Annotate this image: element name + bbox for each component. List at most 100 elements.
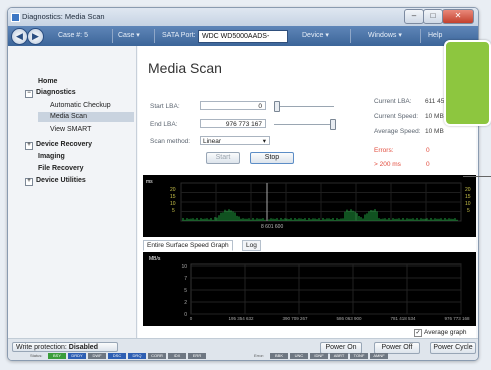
expand-icon[interactable]: + bbox=[25, 142, 33, 150]
x-tick-label: 0 bbox=[190, 316, 193, 321]
end-lba-slider-track bbox=[274, 124, 334, 125]
status-flag-drdy: DRDY bbox=[68, 353, 86, 359]
main-panel: Media Scan Start LBA: 0 End LBA: 976 773… bbox=[138, 46, 476, 338]
title-bar: Diagnostics: Media Scan – □ ✕ bbox=[8, 8, 478, 26]
checkbox-icon[interactable]: ✓ bbox=[414, 329, 422, 337]
access-time-graph-canvas bbox=[180, 182, 462, 222]
back-button[interactable]: ◀ bbox=[11, 28, 28, 45]
status-flag-dsc: DSC bbox=[108, 353, 126, 359]
x-tick-label: 781 418 534 bbox=[390, 316, 416, 321]
y-tick-label: 0 bbox=[184, 312, 187, 318]
error-flag-abrt: ABRT bbox=[330, 353, 348, 359]
end-lba-slider-thumb[interactable] bbox=[330, 119, 336, 130]
error-flag-unc: UNC bbox=[290, 353, 308, 359]
average-speed-label: Average Speed: bbox=[374, 128, 421, 135]
slow-sectors-label: > 200 ms bbox=[374, 161, 401, 168]
start-lba-slider-track bbox=[274, 106, 334, 107]
sidebar-item-home[interactable]: Home bbox=[38, 78, 57, 85]
sidebar-item-device-utilities[interactable]: + Device Utilities bbox=[25, 177, 86, 186]
scale-left-20: 20 bbox=[170, 187, 176, 193]
current-speed-value: 10 MB bbox=[425, 113, 444, 120]
tab-log[interactable]: Log bbox=[242, 240, 261, 251]
error-flag-amnf: AMNF bbox=[370, 353, 388, 359]
sidebar-item-diagnostics[interactable]: − Diagnostics bbox=[25, 89, 76, 98]
scan-method-select[interactable]: Linear ▾ bbox=[200, 136, 270, 145]
end-lba-label: End LBA: bbox=[150, 121, 178, 128]
scale-right-10: 10 bbox=[465, 201, 471, 207]
status-flag-err: ERR bbox=[188, 353, 206, 359]
callout-pointer-line bbox=[463, 176, 491, 177]
speed-graph-canvas: 10 7 5 2 0 195 354 632 390 709 267 586 063 900 7… bbox=[181, 263, 470, 321]
app-icon bbox=[11, 13, 20, 22]
tab-entire-surface-speed-graph[interactable]: Entire Surface Speed Graph bbox=[143, 240, 233, 251]
sidebar: Home − Diagnostics Automatic Checkup Medi… bbox=[8, 46, 137, 338]
x-tick-label: 390 709 267 bbox=[282, 316, 308, 321]
scale-left-15: 15 bbox=[170, 194, 176, 200]
y-tick-label: 2 bbox=[184, 300, 187, 306]
chevron-down-icon: ▾ bbox=[262, 138, 266, 145]
error-flag-tonf: TONF bbox=[350, 353, 368, 359]
access-time-trace bbox=[182, 209, 458, 221]
start-button[interactable]: Start bbox=[206, 152, 240, 164]
forward-button[interactable]: ▶ bbox=[27, 28, 44, 45]
scale-left-5: 5 bbox=[172, 208, 175, 214]
scale-left-10: 10 bbox=[170, 201, 176, 207]
collapse-icon[interactable]: − bbox=[25, 90, 33, 98]
current-lba-value: 611 45 bbox=[425, 98, 445, 105]
scale-right-20: 20 bbox=[465, 187, 471, 193]
help-menu[interactable]: Help bbox=[428, 26, 442, 46]
expand-icon[interactable]: + bbox=[25, 178, 33, 186]
speed-graph: 10 7 5 2 0 195 354 632 390 709 267 586 063 900 7… bbox=[143, 252, 476, 326]
write-protection-indicator: Write protection: Disabled bbox=[12, 342, 118, 352]
access-time-graph: ms 20 15 10 5 20 15 10 5 8 601 600 bbox=[143, 175, 476, 237]
status-flag-idx: IDX bbox=[168, 353, 186, 359]
status-bar: Write protection: Disabled Power On Powe… bbox=[8, 338, 478, 360]
sidebar-item-imaging[interactable]: Imaging bbox=[38, 153, 65, 160]
sidebar-item-device-recovery[interactable]: + Device Recovery bbox=[25, 141, 92, 150]
error-register-label: Error: bbox=[254, 353, 264, 358]
current-lba-label: Current LBA: bbox=[374, 98, 412, 105]
y-tick-label: 5 bbox=[184, 288, 187, 294]
x-tick-label: 976 773 168 bbox=[444, 316, 470, 321]
errors-label: Errors: bbox=[374, 147, 394, 154]
maximize-button[interactable]: □ bbox=[423, 9, 443, 24]
end-lba-input[interactable]: 976 773 167 bbox=[200, 119, 266, 128]
position-marker-label: 8 601 600 bbox=[261, 224, 284, 230]
separator bbox=[112, 29, 113, 43]
y-tick-label: 10 bbox=[181, 264, 187, 270]
highlight-callout bbox=[444, 40, 491, 126]
stop-button[interactable]: Stop bbox=[250, 152, 294, 164]
window-title: Diagnostics: Media Scan bbox=[22, 12, 105, 21]
separator bbox=[420, 29, 421, 43]
close-button[interactable]: ✕ bbox=[442, 9, 474, 24]
status-flag-corr: CORR bbox=[148, 353, 166, 359]
device-menu[interactable]: Device ▾ bbox=[302, 26, 329, 46]
error-flag-idnf: IDNF bbox=[310, 353, 328, 359]
sidebar-item-view-smart[interactable]: View SMART bbox=[50, 126, 91, 133]
drive-selector[interactable]: WDC WD5000AADS- bbox=[198, 30, 288, 43]
x-tick-label: 195 354 632 bbox=[228, 316, 254, 321]
average-speed-value: 10 MB bbox=[425, 128, 444, 135]
separator bbox=[154, 29, 155, 43]
average-graph-checkbox[interactable]: ✓ Average graph bbox=[414, 329, 467, 337]
current-speed-label: Current Speed: bbox=[374, 113, 419, 120]
slow-sectors-value: 0 bbox=[426, 161, 430, 168]
ms-label: ms bbox=[146, 179, 153, 185]
x-tick-label: 586 063 900 bbox=[336, 316, 362, 321]
sidebar-item-automatic-checkup[interactable]: Automatic Checkup bbox=[50, 102, 111, 109]
power-cycle-button[interactable]: Power Cycle bbox=[430, 342, 476, 354]
start-lba-input[interactable]: 0 bbox=[200, 101, 266, 110]
y-axis-label: MB/s bbox=[149, 256, 161, 262]
start-lba-label: Start LBA: bbox=[150, 103, 180, 110]
case-menu[interactable]: Case ▾ bbox=[118, 26, 140, 46]
start-lba-slider-thumb[interactable] bbox=[274, 101, 280, 112]
sidebar-item-media-scan[interactable]: Media Scan bbox=[38, 112, 134, 122]
separator bbox=[350, 29, 351, 43]
sata-port-label: SATA Port: bbox=[162, 32, 196, 39]
status-flag-drq: DRQ bbox=[128, 353, 146, 359]
error-flag-bbk: BBK bbox=[270, 353, 288, 359]
minimize-button[interactable]: – bbox=[404, 9, 424, 24]
app-window: Diagnostics: Media Scan – □ ✕ ◀ ▶ Case #… bbox=[7, 7, 479, 361]
windows-menu[interactable]: Windows ▾ bbox=[368, 26, 402, 46]
sidebar-item-file-recovery[interactable]: File Recovery bbox=[38, 165, 84, 172]
